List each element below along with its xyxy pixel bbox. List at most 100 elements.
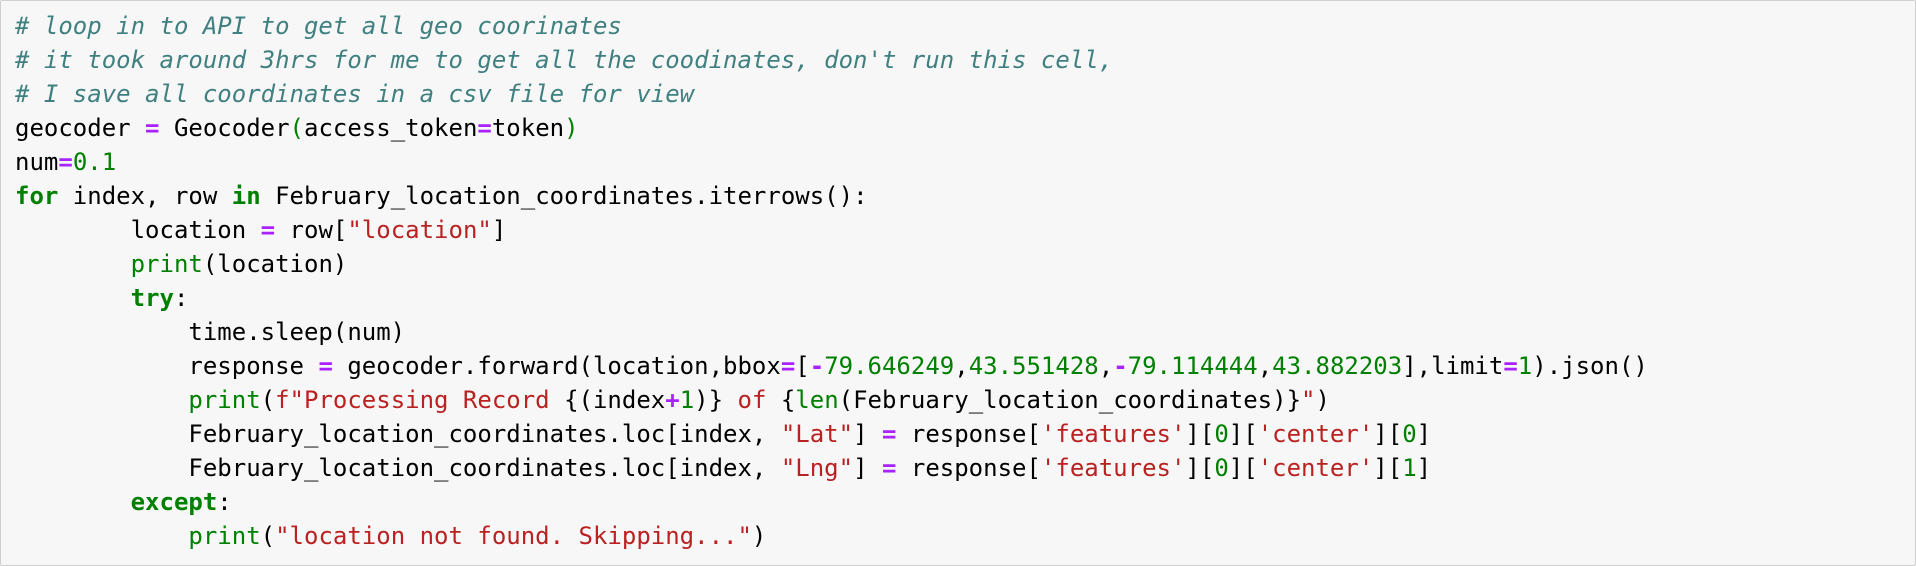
code-token-kw: in <box>231 182 261 210</box>
code-token-op: + <box>665 386 680 414</box>
code-token-op: - <box>809 352 825 380</box>
code-token-num: 0 <box>1214 420 1229 448</box>
code-line: print("location not found. Skipping...") <box>15 519 1915 553</box>
code-token-comment: # it took around 3hrs for me to get all … <box>15 46 1114 74</box>
code-token-op: = <box>477 114 492 142</box>
code-token-num: 0 <box>1402 420 1417 448</box>
code-token-num: 79.114444 <box>1127 352 1258 380</box>
code-token-name: ] <box>491 216 507 244</box>
code-token-op: = <box>145 114 160 142</box>
code-token-name: ] <box>853 454 882 482</box>
code-token-name: num <box>15 148 59 176</box>
code-token-name: (location) <box>202 250 348 278</box>
code-token-name <box>15 284 131 312</box>
code-line: # it took around 3hrs for me to get all … <box>15 43 1915 77</box>
code-token-name: ][ <box>1185 454 1215 482</box>
code-line: for index, row in February_location_coor… <box>15 179 1915 213</box>
code-token-name: February_location_coordinates.iterrows()… <box>260 182 868 210</box>
code-token-op: = <box>58 148 73 176</box>
code-token-str: "location not found. Skipping..." <box>275 522 752 550</box>
code-token-str: "location" <box>347 216 492 244</box>
code-token-num: 43.882203 <box>1272 352 1403 380</box>
code-token-name: ] <box>1416 454 1432 482</box>
code-token-name: ][ <box>1228 420 1258 448</box>
code-token-str: of <box>723 386 781 414</box>
code-line: response = geocoder.forward(location,bbo… <box>15 349 1915 383</box>
code-token-op: = <box>260 216 276 244</box>
code-token-str: 'center' <box>1257 454 1374 482</box>
code-token-op: = <box>881 420 897 448</box>
code-token-str: "Lng" <box>780 454 854 482</box>
code-token-name: , <box>1257 352 1273 380</box>
code-token-name <box>15 488 131 516</box>
code-token-name: ( <box>260 386 276 414</box>
code-line: print(f"Processing Record {(index+1)} of… <box>15 383 1915 417</box>
code-token-builtin: ) <box>564 114 579 142</box>
code-token-name: time.sleep(num) <box>15 318 406 346</box>
code-token-name: ] <box>853 420 882 448</box>
code-token-name: )} <box>694 386 724 414</box>
code-token-name: ) <box>751 522 767 550</box>
code-token-name: row[ <box>275 216 348 244</box>
code-token-name: index, row <box>58 182 232 210</box>
code-token-name: : <box>217 488 232 516</box>
code-token-name: : <box>173 284 189 312</box>
code-token-kw: for <box>15 182 59 210</box>
code-line: num=0.1 <box>15 145 1915 179</box>
code-token-comment: # loop in to API to get all geo coorinat… <box>15 12 622 40</box>
code-token-kw: try <box>130 284 174 312</box>
code-token-builtin: len <box>795 386 839 414</box>
code-token-num: 0.1 <box>72 148 117 176</box>
code-line: # loop in to API to get all geo coorinat… <box>15 9 1915 43</box>
code-token-name: geocoder.forward(location,bbox <box>332 352 781 380</box>
code-token-name: ) <box>1315 386 1330 414</box>
code-token-str: "Lat" <box>780 420 854 448</box>
code-token-num: 1 <box>679 386 695 414</box>
code-token-name: { <box>780 386 796 414</box>
code-token-op: = <box>881 454 897 482</box>
code-token-name: response[ <box>896 454 1041 482</box>
code-token-str: 'features' <box>1040 454 1186 482</box>
code-token-name: , <box>1098 352 1114 380</box>
code-token-name: ],limit <box>1402 352 1504 380</box>
code-token-name: response <box>15 352 319 380</box>
code-line: location = row["location"] <box>15 213 1915 247</box>
code-token-builtin: print <box>130 250 203 278</box>
code-token-op: = <box>318 352 333 380</box>
code-token-kw: except <box>130 488 218 516</box>
code-token-num: 43.551428 <box>968 352 1099 380</box>
code-token-op: - <box>1113 352 1128 380</box>
code-token-builtin: ( <box>289 114 304 142</box>
code-line: February_location_coordinates.loc[index,… <box>15 417 1915 451</box>
code-token-name: , <box>954 352 969 380</box>
code-token-name: ( <box>260 522 276 550</box>
code-token-num: 1 <box>1517 352 1533 380</box>
code-editor[interactable]: # loop in to API to get all geo coorinat… <box>1 1 1915 553</box>
code-token-name: ][ <box>1373 454 1403 482</box>
code-token-num: 1 <box>1402 454 1417 482</box>
code-token-builtin: print <box>188 522 261 550</box>
code-token-name: {(index <box>564 386 666 414</box>
code-token-name: February_location_coordinates.loc[index, <box>15 454 781 482</box>
code-line: try: <box>15 281 1915 315</box>
code-token-str: f"Processing Record <box>275 386 565 414</box>
code-token-name: (February_location_coordinates)} <box>838 386 1302 414</box>
code-token-name <box>15 250 131 278</box>
code-token-name: [ <box>795 352 810 380</box>
code-line: # I save all coordinates in a csv file f… <box>15 77 1915 111</box>
code-token-str: " <box>1301 386 1316 414</box>
code-token-name: response[ <box>896 420 1041 448</box>
code-token-op: = <box>780 352 796 380</box>
code-token-name: location <box>15 216 261 244</box>
code-line: geocoder = Geocoder(access_token=token) <box>15 111 1915 145</box>
code-token-name: ][ <box>1228 454 1258 482</box>
code-line: except: <box>15 485 1915 519</box>
code-token-num: 79.646249 <box>824 352 955 380</box>
code-token-name: access_token <box>304 114 478 142</box>
code-token-name: February_location_coordinates.loc[index, <box>15 420 781 448</box>
code-token-name: token <box>491 114 565 142</box>
code-token-name <box>15 522 188 550</box>
code-cell[interactable]: # loop in to API to get all geo coorinat… <box>0 0 1916 566</box>
code-token-comment: # I save all coordinates in a csv file f… <box>15 80 695 108</box>
code-token-op: = <box>1503 352 1518 380</box>
